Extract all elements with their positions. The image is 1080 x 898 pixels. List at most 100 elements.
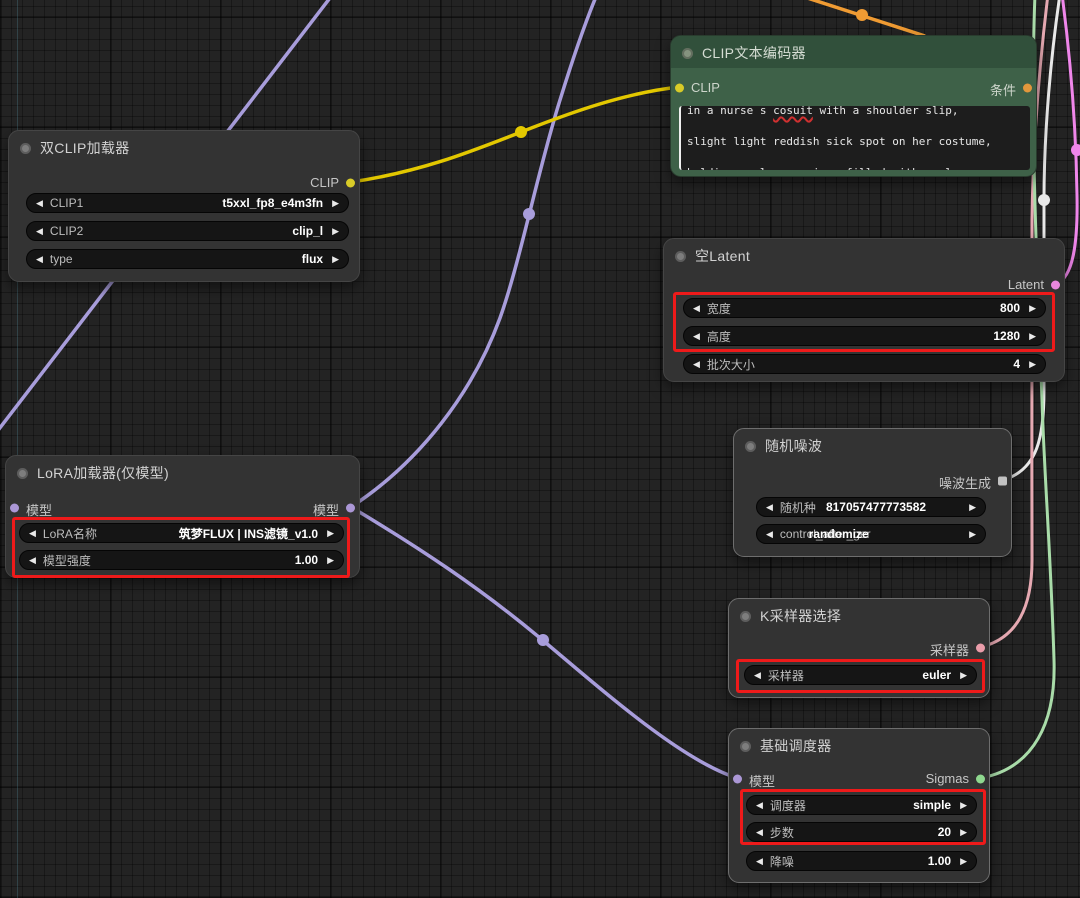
- node-title: 基础调度器: [760, 736, 832, 756]
- decrement-arrow-icon[interactable]: [36, 255, 43, 264]
- increment-arrow-icon[interactable]: [327, 529, 334, 538]
- prompt-textarea[interactable]: in a nurse s cosuit with a shoulder slip…: [679, 106, 1030, 170]
- widget-value: 800: [1000, 301, 1020, 315]
- widget-width[interactable]: 宽度 800: [683, 298, 1046, 318]
- decrement-arrow-icon[interactable]: [756, 801, 763, 810]
- widget-value: 1280: [993, 329, 1020, 343]
- decrement-arrow-icon[interactable]: [693, 360, 700, 369]
- increment-arrow-icon[interactable]: [960, 857, 967, 866]
- widget-height[interactable]: 高度 1280: [683, 326, 1046, 346]
- node-graph-canvas[interactable]: 双CLIP加载器 CLIP CLIP1 t5xxl_fp8_e4m3fn CLI…: [0, 0, 1080, 898]
- increment-arrow-icon[interactable]: [1029, 332, 1036, 341]
- collapse-dot-icon[interactable]: [745, 441, 756, 452]
- widget-value: 筑梦FLUX | INS滤镜_v1.0: [179, 525, 318, 542]
- node-basic-scheduler[interactable]: 基础调度器 模型 Sigmas 调度器 simple 步数 20 降噪 1.00: [728, 728, 990, 883]
- collapse-dot-icon[interactable]: [675, 251, 686, 262]
- widget-seed[interactable]: 随机种 817057477773582: [756, 497, 986, 517]
- node-title: LoRA加载器(仅模型): [37, 463, 169, 483]
- node-title: 空Latent: [695, 246, 750, 266]
- increment-arrow-icon[interactable]: [960, 671, 967, 680]
- widget-label: CLIP2: [50, 224, 83, 238]
- decrement-arrow-icon[interactable]: [29, 529, 36, 538]
- node-header[interactable]: 基础调度器: [740, 736, 981, 756]
- collapse-dot-icon[interactable]: [740, 611, 751, 622]
- widget-control-after-generate[interactable]: control_after_ger randomize: [756, 524, 986, 544]
- collapse-dot-icon[interactable]: [17, 468, 28, 479]
- node-lora-loader[interactable]: LoRA加载器(仅模型) 模型 模型 LoRA名称 筑梦FLUX | INS滤镜…: [5, 455, 360, 578]
- node-random-noise[interactable]: 随机噪波 噪波生成 随机种 817057477773582 control_af…: [733, 428, 1012, 557]
- node-ksampler-select[interactable]: K采样器选择 采样器 采样器 euler: [728, 598, 990, 698]
- widget-label: 模型强度: [43, 552, 91, 569]
- decrement-arrow-icon[interactable]: [29, 556, 36, 565]
- increment-arrow-icon[interactable]: [327, 556, 334, 565]
- widget-denoise[interactable]: 降噪 1.00: [746, 851, 977, 871]
- node-header[interactable]: 随机噪波: [745, 436, 1003, 456]
- node-empty-latent[interactable]: 空Latent Latent 宽度 800 高度 1280 批次大小 4: [663, 238, 1065, 382]
- link-dot-latent[interactable]: [1071, 144, 1080, 156]
- increment-arrow-icon[interactable]: [960, 801, 967, 810]
- increment-arrow-icon[interactable]: [332, 255, 339, 264]
- link-dot-clip[interactable]: [515, 126, 527, 138]
- output-port-sigmas[interactable]: [976, 775, 985, 784]
- output-row-noise: 噪波生成: [734, 472, 1011, 490]
- node-title: 随机噪波: [765, 436, 822, 456]
- link-dot-model-down[interactable]: [537, 634, 549, 646]
- widget-sampler-name[interactable]: 采样器 euler: [744, 665, 977, 685]
- output-row-sigmas: Sigmas: [729, 770, 989, 788]
- output-port-model[interactable]: [346, 504, 355, 513]
- output-port-clip[interactable]: [346, 179, 355, 188]
- node-dual-clip-loader[interactable]: 双CLIP加载器 CLIP CLIP1 t5xxl_fp8_e4m3fn CLI…: [8, 130, 360, 282]
- output-port-noise[interactable]: [998, 477, 1007, 486]
- widget-lora-name[interactable]: LoRA名称 筑梦FLUX | INS滤镜_v1.0: [19, 523, 344, 543]
- collapse-dot-icon[interactable]: [740, 741, 751, 752]
- widget-steps[interactable]: 步数 20: [746, 822, 977, 842]
- increment-arrow-icon[interactable]: [969, 530, 976, 539]
- widget-value: flux: [302, 252, 323, 266]
- widget-label: LoRA名称: [43, 525, 97, 542]
- node-header[interactable]: CLIP文本编码器: [682, 43, 1028, 63]
- node-header[interactable]: 双CLIP加载器: [20, 138, 351, 158]
- misspelled-word: cosuit: [773, 106, 813, 117]
- decrement-arrow-icon[interactable]: [756, 857, 763, 866]
- collapse-dot-icon[interactable]: [682, 48, 693, 59]
- decrement-arrow-icon[interactable]: [36, 227, 43, 236]
- output-label: 噪波生成: [939, 473, 991, 492]
- widget-value: randomize: [809, 527, 869, 541]
- increment-arrow-icon[interactable]: [332, 199, 339, 208]
- increment-arrow-icon[interactable]: [969, 503, 976, 512]
- decrement-arrow-icon[interactable]: [756, 828, 763, 837]
- node-header[interactable]: 空Latent: [675, 246, 1056, 266]
- output-port-sampler[interactable]: [976, 644, 985, 653]
- increment-arrow-icon[interactable]: [1029, 360, 1036, 369]
- widget-value: simple: [913, 798, 951, 812]
- output-port-conditioning[interactable]: [1023, 84, 1032, 93]
- widget-value: 20: [938, 825, 951, 839]
- decrement-arrow-icon[interactable]: [766, 530, 773, 539]
- increment-arrow-icon[interactable]: [960, 828, 967, 837]
- decrement-arrow-icon[interactable]: [693, 304, 700, 313]
- widget-clip2[interactable]: CLIP2 clip_l: [26, 221, 349, 241]
- node-clip-text-encoder[interactable]: CLIP文本编码器 CLIP 条件 in a nurse s cosuit wi…: [670, 35, 1037, 177]
- widget-batch-size[interactable]: 批次大小 4: [683, 354, 1046, 374]
- node-header[interactable]: K采样器选择: [740, 606, 981, 626]
- output-port-latent[interactable]: [1051, 281, 1060, 290]
- widget-value: 1.00: [295, 553, 318, 567]
- decrement-arrow-icon[interactable]: [693, 332, 700, 341]
- output-label: 采样器: [930, 640, 969, 659]
- decrement-arrow-icon[interactable]: [754, 671, 761, 680]
- increment-arrow-icon[interactable]: [332, 227, 339, 236]
- increment-arrow-icon[interactable]: [1029, 304, 1036, 313]
- widget-model-strength[interactable]: 模型强度 1.00: [19, 550, 344, 570]
- decrement-arrow-icon[interactable]: [36, 199, 43, 208]
- collapse-dot-icon[interactable]: [20, 143, 31, 154]
- widget-clip1[interactable]: CLIP1 t5xxl_fp8_e4m3fn: [26, 193, 349, 213]
- link-dot-model-up[interactable]: [523, 208, 535, 220]
- widget-label: 调度器: [770, 797, 806, 814]
- widget-scheduler[interactable]: 调度器 simple: [746, 795, 977, 815]
- widget-type[interactable]: type flux: [26, 249, 349, 269]
- link-dot-noise[interactable]: [1038, 194, 1050, 206]
- widget-label: 降噪: [770, 853, 794, 870]
- link-dot-guidance[interactable]: [856, 9, 868, 21]
- decrement-arrow-icon[interactable]: [766, 503, 773, 512]
- node-header[interactable]: LoRA加载器(仅模型): [17, 463, 351, 483]
